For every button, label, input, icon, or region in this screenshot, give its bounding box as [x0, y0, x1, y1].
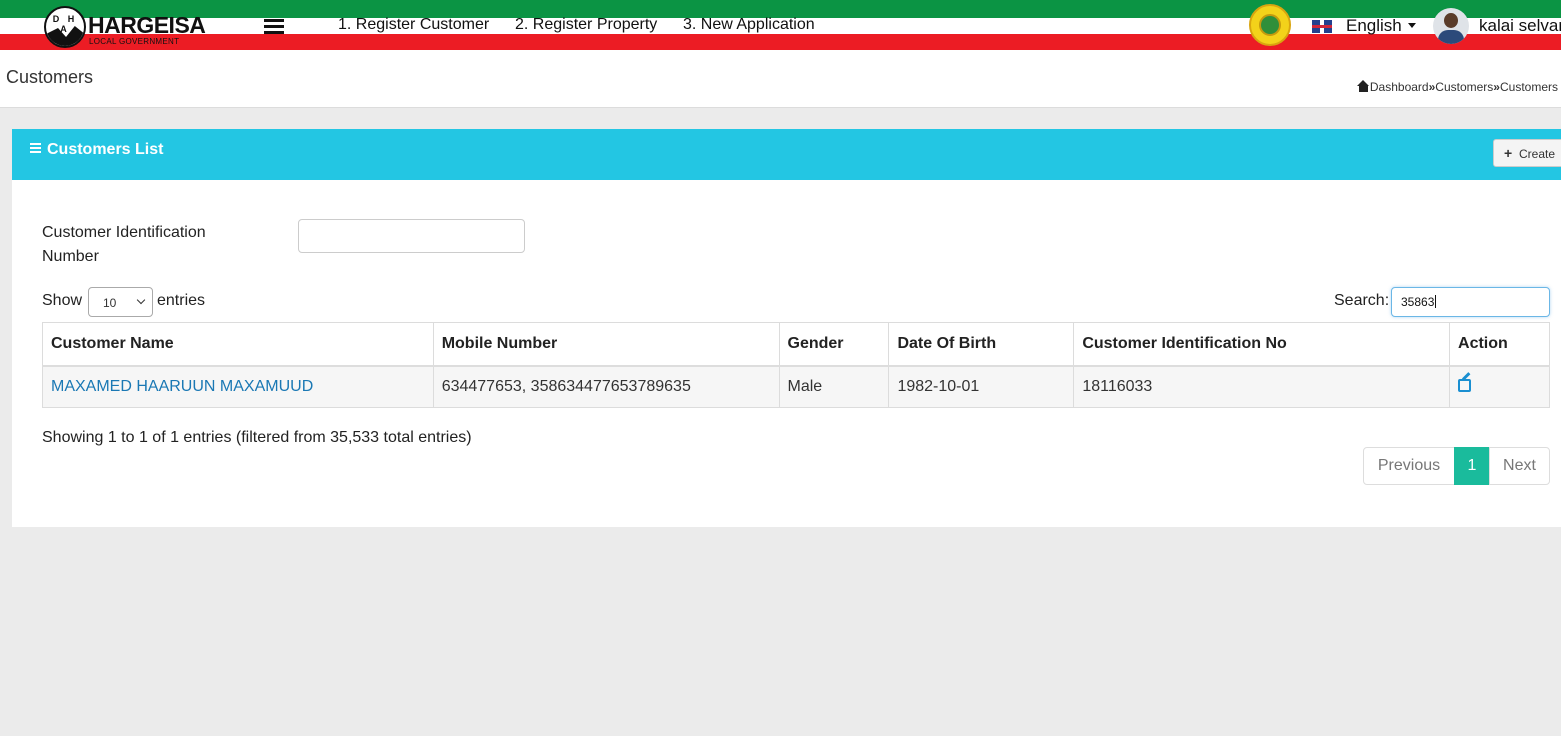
pagination-page-1[interactable]: 1	[1454, 447, 1490, 485]
nav-register-property[interactable]: 2. Register Property	[515, 16, 657, 34]
flag-stripe-red	[0, 34, 1561, 50]
page-length-value: 10	[103, 296, 117, 310]
page-title: Customers	[6, 67, 94, 87]
column-header-name[interactable]: Customer Name	[42, 322, 434, 367]
nav-register-customer[interactable]: 1. Register Customer	[338, 16, 489, 34]
card-title: Customers List	[47, 141, 164, 158]
create-button-label: Create	[1519, 147, 1556, 161]
search-input[interactable]: 35863	[1391, 287, 1550, 317]
breadcrumb-separator: »	[1493, 80, 1500, 94]
card-title-wrap: Customers List	[30, 141, 163, 159]
logo-title[interactable]: HARGEISA	[88, 13, 206, 37]
home-icon[interactable]	[1356, 80, 1370, 92]
table-info: Showing 1 to 1 of 1 entries (filtered fr…	[42, 429, 472, 446]
chevron-down-icon	[136, 295, 146, 305]
cell-name: MAXAMED HAARUUN MAXAMUUD	[42, 365, 434, 408]
cin-filter-label: Customer Identification Number	[42, 224, 206, 265]
page-title-bar: Customers Dashboard»Customers»Customers	[0, 52, 1561, 108]
cell-action	[1449, 365, 1550, 408]
breadcrumb-dashboard[interactable]: Dashboard	[1370, 80, 1429, 94]
pagination-previous[interactable]: Previous	[1363, 447, 1455, 485]
column-header-action: Action	[1449, 322, 1550, 367]
column-header-gender[interactable]: Gender	[778, 322, 890, 367]
breadcrumb-current: Customers	[1499, 80, 1558, 94]
logo-icon[interactable]: D H A	[44, 6, 86, 48]
user-avatar[interactable]	[1433, 8, 1469, 44]
cin-filter-input[interactable]	[298, 219, 525, 253]
create-button[interactable]: + Create	[1493, 139, 1561, 167]
hamburger-menu-icon[interactable]	[264, 19, 284, 35]
logo-subtitle: LOCAL GOVERNMENT	[89, 37, 180, 46]
table-row: MAXAMED HAARUUN MAXAMUUD 634477653, 3586…	[42, 365, 1550, 408]
show-label: Show	[42, 292, 83, 309]
breadcrumb-customers[interactable]: Customers	[1435, 80, 1493, 94]
cell-gender: Male	[778, 365, 890, 408]
user-name[interactable]: kalai selvan	[1479, 16, 1561, 36]
edit-icon[interactable]	[1458, 379, 1472, 392]
cell-mobile: 634477653, 358634477653789635	[432, 365, 780, 408]
search-label: Search:	[1334, 292, 1390, 309]
plus-icon: +	[1504, 145, 1513, 161]
customers-table: Customer Name Mobile Number Gender Date …	[42, 322, 1550, 408]
column-header-mobile[interactable]: Mobile Number	[432, 322, 780, 367]
customer-name-link[interactable]: MAXAMED HAARUUN MAXAMUUD	[51, 378, 313, 395]
language-selector[interactable]: English	[1346, 16, 1402, 36]
pagination-next[interactable]: Next	[1489, 447, 1550, 485]
table-header-row: Customer Name Mobile Number Gender Date …	[42, 322, 1550, 367]
text-cursor	[1435, 295, 1437, 308]
caret-down-icon[interactable]	[1408, 23, 1416, 28]
search-input-value: 35863	[1401, 295, 1435, 309]
government-emblem-icon	[1249, 4, 1291, 46]
breadcrumb: Dashboard»Customers»Customers	[1356, 80, 1558, 94]
customers-card: Customers List + Create Customer Identif…	[12, 129, 1561, 527]
column-header-dob[interactable]: Date Of Birth	[888, 322, 1075, 367]
entries-label: entries	[157, 292, 206, 309]
cell-dob: 1982-10-01	[888, 365, 1075, 408]
uk-flag-icon[interactable]	[1312, 20, 1332, 33]
page-length-select[interactable]: 10	[88, 287, 153, 317]
column-header-cin[interactable]: Customer Identification No	[1073, 322, 1451, 367]
nav-new-application[interactable]: 3. New Application	[683, 16, 815, 34]
cell-cin: 18116033	[1073, 365, 1451, 408]
top-header: D H A HARGEISA LOCAL GOVERNMENT 1. Regis…	[0, 0, 1561, 52]
card-header: Customers List + Create	[12, 129, 1561, 180]
list-icon	[30, 143, 41, 153]
